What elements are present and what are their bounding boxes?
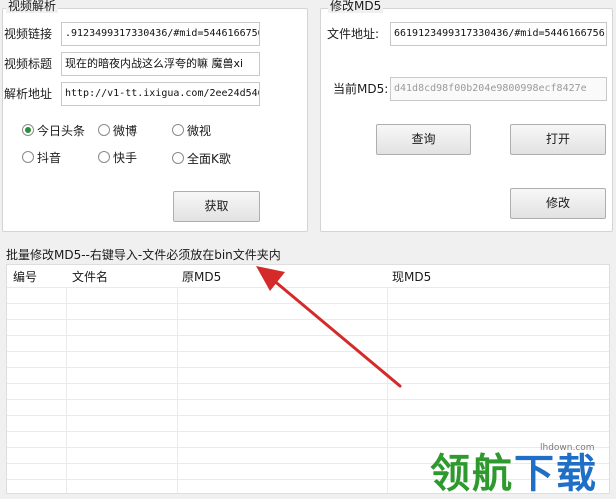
annotation-arrow-icon: [256, 266, 402, 388]
watermark-accent: 下载: [514, 451, 598, 497]
watermark-logo: 领航下载: [430, 452, 598, 496]
arrow-shaft: [270, 277, 402, 388]
watermark-main: 领航: [430, 451, 514, 497]
